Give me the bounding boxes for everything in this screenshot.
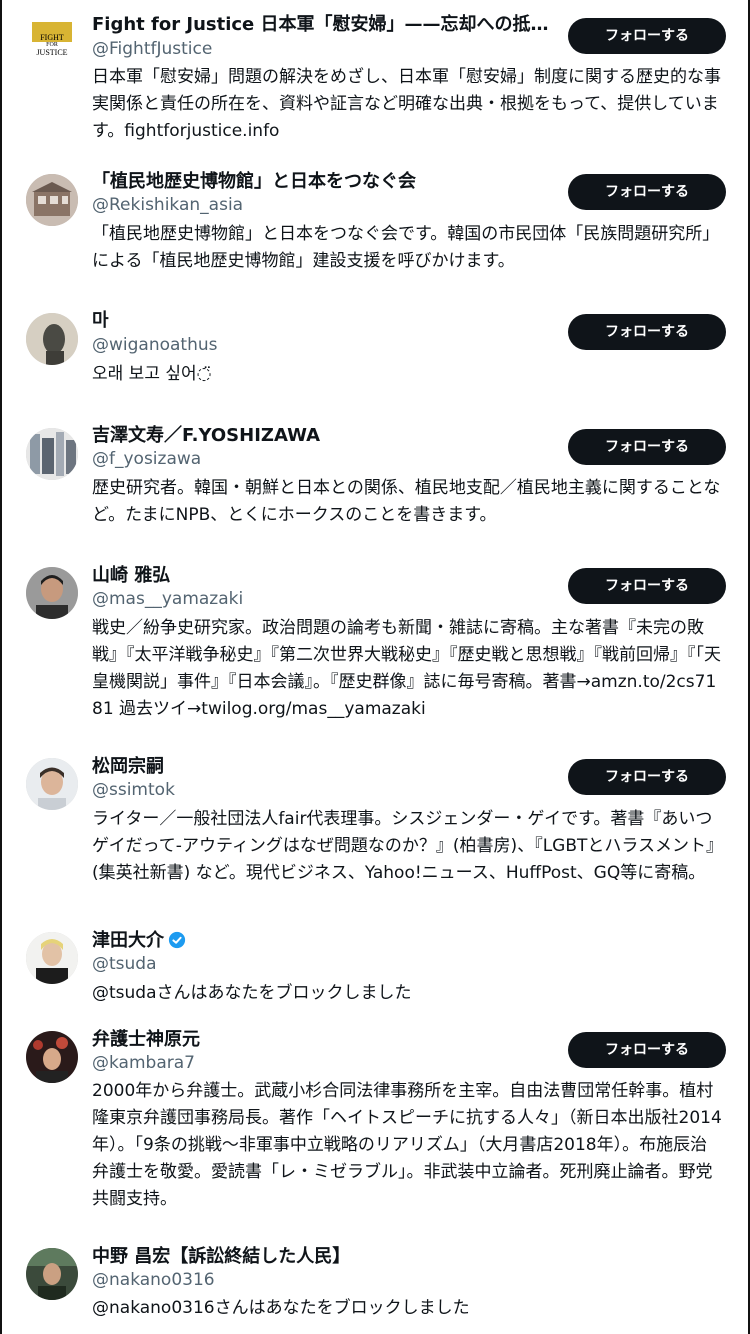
avatar[interactable] <box>26 174 78 226</box>
user-handle: @mas__yamazaki <box>92 589 244 609</box>
blocked-notice: @tsudaさんはあなたをブロックしました <box>92 983 412 1003</box>
user-bio: 「植民地歴史博物館」と日本をつなぐ会です。韓国の市民団体「民族問題研究所」による… <box>92 224 720 271</box>
user-name: 「植民地歴史博物館」と日本をつなぐ会 <box>92 171 416 192</box>
verified-badge-icon <box>168 931 186 956</box>
user-handle: @kambara7 <box>92 1053 195 1073</box>
follow-button[interactable]: フォローする <box>568 314 726 350</box>
user-handle: @Rekishikan_asia <box>92 195 244 215</box>
user-bio: 오래 보고 싶어◌̈ <box>92 364 212 384</box>
left-edge <box>0 0 2 1334</box>
follow-button[interactable]: フォローする <box>568 429 726 465</box>
user-name: 吉澤文寿／F.YOSHIZAWA <box>92 425 321 446</box>
logo-text: FIGHT FOR JUSTICE <box>36 33 68 57</box>
blocked-notice: @nakano0316さんはあなたをブロックしました <box>92 1298 470 1318</box>
avatar[interactable] <box>26 1031 78 1083</box>
user-bio: 2000年から弁護士。武蔵小杉合同法律事務所を主宰。自由法曹団常任幹事。植村隆東… <box>92 1081 722 1209</box>
avatar[interactable]: FIGHT FOR JUSTICE <box>26 22 76 66</box>
user-bio: 日本軍「慰安婦」問題の解決をめざし、日本軍「慰安婦」制度に関する歴史的な事実関係… <box>92 67 721 141</box>
user-handle: @ssimtok <box>92 780 175 800</box>
user-handle: @wiganoathus <box>92 335 218 355</box>
avatar[interactable] <box>26 932 78 984</box>
avatar[interactable] <box>26 428 78 480</box>
follow-button[interactable]: フォローする <box>568 568 726 604</box>
avatar[interactable] <box>26 313 78 365</box>
user-name: 松岡宗嗣 <box>92 756 164 777</box>
user-handle: @f_yosizawa <box>92 449 202 469</box>
user-name: 津田大介 <box>92 929 186 956</box>
user-bio: ライター／一般社団法人fair代表理事。シスジェンダー・ゲイです。著書『あいつゲ… <box>92 809 715 883</box>
user-handle: @tsuda <box>92 954 157 974</box>
user-bio: 戦史／紛争史研究家。政治問題の論考も新聞・雑誌に寄稿。主な著書『未完の敗戦』『太… <box>92 618 721 719</box>
user-handle: @nakano0316 <box>92 1270 215 1290</box>
user-name: Fight for Justice 日本軍「慰安婦」——忘却への抵抗・… <box>92 14 562 35</box>
user-name-text: 津田大介 <box>92 930 164 951</box>
user-name: 마 <box>92 310 109 331</box>
follow-button[interactable]: フォローする <box>568 759 726 795</box>
follow-button[interactable]: フォローする <box>568 1032 726 1068</box>
user-name: 弁護士神原元 <box>92 1029 200 1050</box>
user-handle: @FightfJustice <box>92 39 213 59</box>
user-name: 中野 昌宏【訴訟終結した人民】 <box>92 1246 351 1267</box>
user-name: 山崎 雅弘 <box>92 565 171 586</box>
user-bio: 歴史研究者。韓国・朝鮮と日本との関係、植民地支配／植民地主義に関することなど。た… <box>92 478 721 525</box>
avatar[interactable] <box>26 1248 78 1300</box>
avatar[interactable] <box>26 758 78 810</box>
follow-button[interactable]: フォローする <box>568 174 726 210</box>
follow-button[interactable]: フォローする <box>568 18 726 54</box>
avatar[interactable] <box>26 567 78 619</box>
